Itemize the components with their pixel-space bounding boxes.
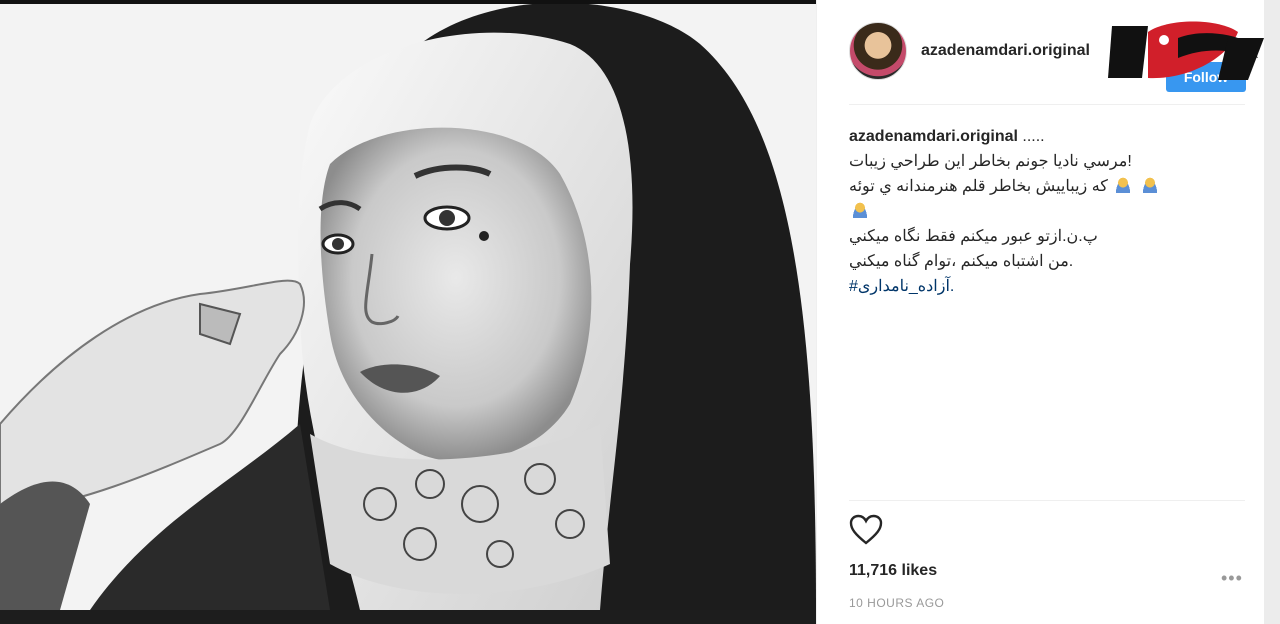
caption-username[interactable]: azadenamdari.original [849, 128, 1018, 145]
header-username[interactable]: azadenamdari.original [921, 42, 1090, 60]
person-emoji-icon [1140, 177, 1159, 193]
post-caption: azadenamdari.original ..... مرسي ناديا ج… [849, 124, 1241, 299]
pencil-portrait-drawing [0, 4, 816, 610]
rokna-logo [1108, 21, 1264, 80]
actions-divider [849, 500, 1245, 501]
person-emoji-icon [851, 202, 869, 218]
like-button[interactable] [849, 514, 885, 548]
avatar[interactable] [849, 22, 907, 80]
heart-icon [849, 514, 883, 545]
post-details-panel: azadenamdari.original azadenamdari.origi… [816, 0, 1265, 624]
likes-count[interactable]: 11,716 likes [849, 562, 937, 580]
bottom-strip [0, 610, 816, 624]
caption-line-1: مرسي ناديا جونم بخاطر اين طراحي زيبات! [849, 153, 1132, 170]
post-image[interactable] [0, 4, 816, 610]
caption-line-2: كه زيباييش بخاطر قلم هنرمندانه ي توئه [849, 178, 1108, 195]
more-options-button[interactable]: ••• [1221, 568, 1243, 589]
person-emoji-icon [1114, 177, 1133, 193]
scrollbar[interactable] [1264, 0, 1280, 624]
caption-line-4: پ.ن.ازتو عبور ميكنم فقط نگاه ميكني [849, 228, 1098, 245]
header-divider [849, 104, 1245, 105]
hashtag-link[interactable]: #آزاده_نامداری. [849, 278, 954, 295]
post-timestamp: 10 HOURS AGO [849, 596, 945, 610]
caption-suffix: ..... [1022, 128, 1045, 145]
caption-line-5: من اشتباه ميكنم ،توام گناه ميكني. [849, 253, 1074, 270]
